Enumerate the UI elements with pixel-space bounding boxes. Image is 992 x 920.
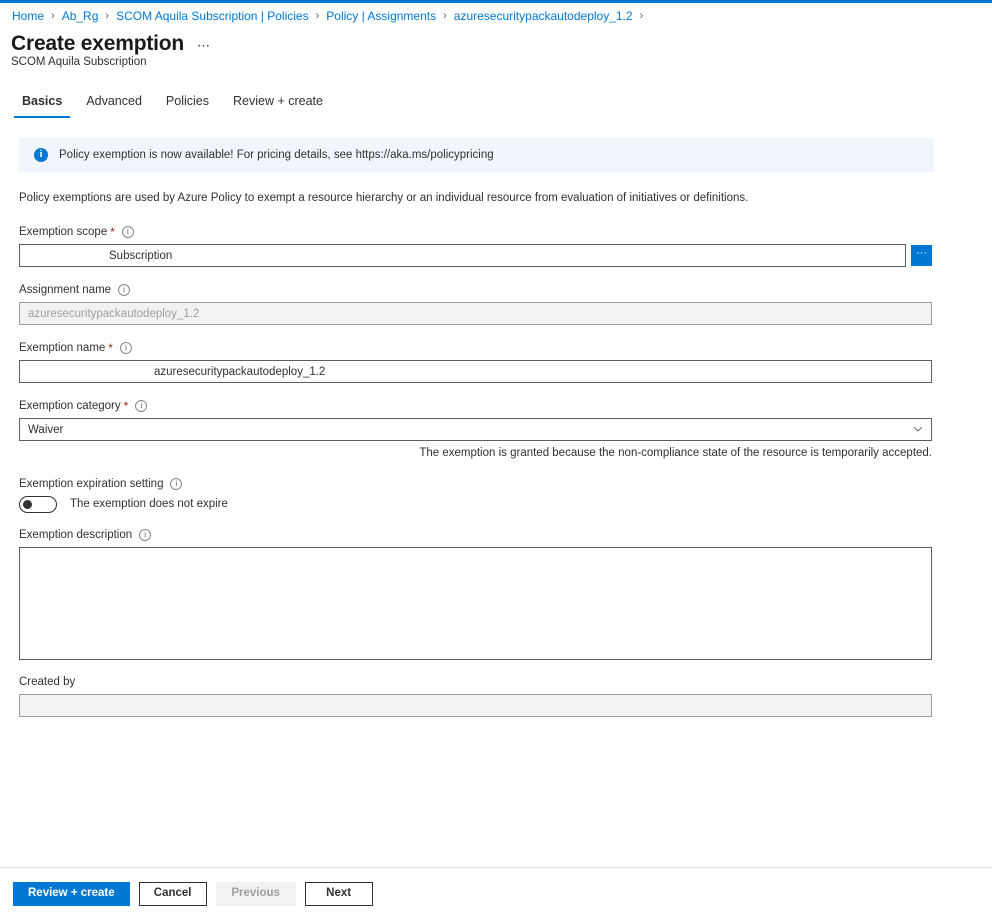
- info-banner: i Policy exemption is now available! For…: [19, 138, 934, 172]
- tab-policies[interactable]: Policies: [158, 93, 217, 118]
- tab-review-create[interactable]: Review + create: [225, 93, 331, 118]
- breadcrumb-separator-icon: ›: [315, 10, 320, 22]
- exemption-form: Exemption scope * i ··· Assignment name …: [19, 224, 934, 717]
- title-row: Create exemption ⋯: [11, 31, 211, 57]
- required-marker: *: [108, 341, 113, 355]
- exemption-scope-input-row: ···: [19, 244, 934, 267]
- exemption-expiration-label: Exemption expiration setting: [19, 478, 164, 490]
- field-exemption-description: Exemption description i: [19, 527, 934, 660]
- info-tooltip-icon[interactable]: i: [119, 342, 132, 354]
- field-exemption-expiration: Exemption expiration setting i The exemp…: [19, 476, 934, 513]
- created-by-input: [19, 694, 932, 717]
- exemption-description-label-row: Exemption description i: [19, 527, 934, 543]
- cancel-button[interactable]: Cancel: [138, 882, 207, 906]
- tab-basics[interactable]: Basics: [14, 93, 71, 118]
- breadcrumb: Home › Ab_Rg › SCOM Aquila Subscription …: [11, 8, 649, 24]
- info-tooltip-icon[interactable]: i: [139, 529, 152, 541]
- breadcrumb-separator-icon: ›: [639, 10, 644, 22]
- required-marker: *: [123, 399, 129, 413]
- exemption-expiration-toggle-row: The exemption does not expire: [19, 496, 934, 513]
- breadcrumb-separator-icon: ›: [51, 10, 55, 22]
- breadcrumb-item-policy-assignments[interactable]: Policy | Assignments: [325, 8, 437, 24]
- wizard-tabs: Basics Advanced Policies Review + create: [14, 93, 339, 118]
- exemption-category-label-row: Exemption category * i: [19, 398, 934, 414]
- breadcrumb-separator-icon: ›: [443, 10, 447, 22]
- exemption-description-textarea[interactable]: [19, 547, 932, 660]
- breadcrumb-separator-icon: ›: [105, 10, 110, 22]
- browse-scope-button[interactable]: ···: [911, 245, 932, 266]
- field-exemption-name: Exemption name * i: [19, 340, 934, 383]
- breadcrumb-item-resource-group[interactable]: Ab_Rg: [61, 8, 100, 24]
- breadcrumb-item-assignment[interactable]: azuresecuritypackautodeploy_1.2: [453, 8, 634, 24]
- field-created-by: Created by: [19, 674, 934, 717]
- exemption-scope-label-row: Exemption scope * i: [19, 224, 934, 240]
- breadcrumb-item-home[interactable]: Home: [11, 8, 45, 24]
- intro-description: Policy exemptions are used by Azure Poli…: [19, 192, 749, 204]
- assignment-name-label: Assignment name: [19, 284, 112, 296]
- info-icon: i: [34, 148, 48, 162]
- exemption-expiration-toggle[interactable]: [19, 496, 57, 513]
- created-by-label: Created by: [19, 676, 76, 688]
- footer-button-group: Review + create Cancel Previous Next: [0, 868, 992, 906]
- page-subtitle: SCOM Aquila Subscription: [11, 56, 147, 68]
- breadcrumb-item-subscription-policies[interactable]: SCOM Aquila Subscription | Policies: [115, 8, 310, 24]
- assignment-name-input: [19, 302, 932, 325]
- info-tooltip-icon[interactable]: i: [118, 284, 131, 296]
- next-button[interactable]: Next: [304, 882, 373, 906]
- info-tooltip-icon[interactable]: i: [135, 400, 148, 412]
- exemption-category-select[interactable]: Waiver: [19, 418, 932, 441]
- exemption-expiration-label-row: Exemption expiration setting i: [19, 476, 934, 492]
- wizard-footer: Review + create Cancel Previous Next: [0, 867, 992, 920]
- exemption-scope-input[interactable]: [19, 244, 906, 267]
- exemption-description-label: Exemption description: [19, 529, 133, 541]
- exemption-expiration-toggle-label: The exemption does not expire: [70, 498, 228, 510]
- exemption-name-label: Exemption name: [19, 342, 106, 354]
- tab-advanced[interactable]: Advanced: [78, 93, 150, 118]
- exemption-name-label-row: Exemption name * i: [19, 340, 934, 356]
- exemption-category-selected-value: Waiver: [28, 423, 64, 436]
- info-tooltip-icon[interactable]: i: [121, 226, 134, 238]
- created-by-label-row: Created by: [19, 674, 934, 690]
- review-create-button[interactable]: Review + create: [13, 882, 130, 906]
- field-assignment-name: Assignment name i: [19, 282, 934, 325]
- create-exemption-page: Home › Ab_Rg › SCOM Aquila Subscription …: [0, 0, 992, 920]
- exemption-category-label: Exemption category: [19, 400, 121, 412]
- previous-button: Previous: [215, 882, 296, 906]
- exemption-category-select-wrapper: Waiver: [19, 418, 932, 441]
- field-exemption-scope: Exemption scope * i ···: [19, 224, 934, 267]
- top-accent-bar: [0, 0, 992, 3]
- page-title: Create exemption: [11, 32, 185, 55]
- exemption-category-helper-text: The exemption is granted because the non…: [419, 447, 932, 459]
- exemption-scope-label: Exemption scope: [19, 226, 108, 238]
- info-tooltip-icon[interactable]: i: [170, 478, 183, 490]
- exemption-name-input[interactable]: [19, 360, 932, 383]
- more-options-icon[interactable]: ⋯: [197, 38, 211, 54]
- assignment-name-label-row: Assignment name i: [19, 282, 934, 298]
- info-banner-text: Policy exemption is now available! For p…: [59, 148, 494, 161]
- toggle-knob: [23, 500, 32, 509]
- required-marker: *: [110, 225, 115, 239]
- field-exemption-category: Exemption category * i Waiver The exempt…: [19, 398, 934, 461]
